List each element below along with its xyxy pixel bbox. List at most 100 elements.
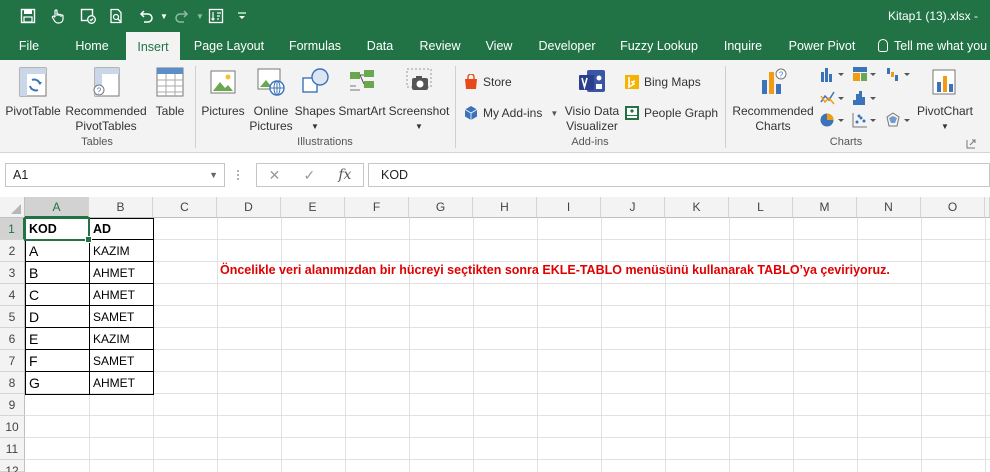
people-graph-label: People Graph: [644, 106, 719, 120]
hierarchy-chart-button[interactable]: [852, 66, 882, 85]
cell-b2[interactable]: KAZIM: [90, 240, 153, 262]
radar-chart-button[interactable]: [886, 112, 916, 131]
customize-qat-icon[interactable]: [232, 6, 252, 26]
my-addins-button[interactable]: My Add-ins ▼: [463, 105, 558, 121]
pictures-button[interactable]: Pictures: [198, 66, 248, 119]
tab-home[interactable]: Home: [68, 32, 116, 60]
tab-view[interactable]: View: [480, 32, 518, 60]
smartart-button[interactable]: SmartArt: [336, 66, 388, 119]
select-all-corner[interactable]: [0, 197, 25, 218]
row-header-10[interactable]: 10: [0, 416, 25, 438]
dialog-launcher-icon[interactable]: [966, 138, 976, 149]
enter-icon[interactable]: ✓: [303, 167, 315, 184]
store-button[interactable]: Store: [463, 74, 512, 90]
cell-b3[interactable]: AHMET: [90, 262, 153, 284]
sort-icon[interactable]: [206, 6, 226, 26]
row-header-7[interactable]: 7: [0, 350, 25, 372]
column-chart-button[interactable]: [820, 66, 850, 85]
name-box-dropdown-icon[interactable]: ▼: [209, 164, 218, 186]
bing-maps-button[interactable]: Bing Maps: [624, 74, 701, 90]
tab-developer[interactable]: Developer: [532, 32, 602, 60]
pivottable-button[interactable]: PivotTable: [4, 66, 62, 119]
column-header-d[interactable]: D: [217, 197, 281, 218]
tab-power-pivot[interactable]: Power Pivot: [782, 32, 862, 60]
insert-function-icon[interactable]: fx: [338, 167, 351, 183]
row-header-4[interactable]: 4: [0, 284, 25, 306]
cell-b1[interactable]: AD: [90, 218, 153, 240]
column-header-o[interactable]: O: [921, 197, 985, 218]
column-header-j[interactable]: J: [601, 197, 665, 218]
scatter-chart-button[interactable]: [852, 112, 882, 131]
column-header-b[interactable]: B: [89, 197, 153, 218]
cell-b8[interactable]: AHMET: [90, 372, 153, 394]
column-header-h[interactable]: H: [473, 197, 537, 218]
column-header-m[interactable]: M: [793, 197, 857, 218]
row-header-9[interactable]: 9: [0, 394, 25, 416]
cell-b5[interactable]: SAMET: [90, 306, 153, 328]
recommended-charts-button[interactable]: ? Recommended Charts: [728, 66, 818, 134]
column-header-i[interactable]: I: [537, 197, 601, 218]
redo-icon[interactable]: [172, 6, 192, 26]
row-header-6[interactable]: 6: [0, 328, 25, 350]
cell-a1[interactable]: KOD: [26, 218, 89, 240]
recommended-pivottables-button[interactable]: ? Recommended PivotTables: [62, 66, 150, 134]
tab-insert[interactable]: Insert: [126, 32, 180, 60]
tab-review[interactable]: Review: [412, 32, 468, 60]
column-header-c[interactable]: C: [153, 197, 217, 218]
name-box[interactable]: A1 ▼: [5, 163, 225, 187]
cell-b7[interactable]: SAMET: [90, 350, 153, 372]
column-header-g[interactable]: G: [409, 197, 473, 218]
drag-handle-icon[interactable]: [236, 167, 240, 183]
row-header-2[interactable]: 2: [0, 240, 25, 262]
undo-icon[interactable]: [136, 6, 156, 26]
tab-page-layout[interactable]: Page Layout: [190, 32, 268, 60]
people-graph-button[interactable]: People Graph: [624, 105, 718, 121]
cell-b6[interactable]: KAZIM: [90, 328, 153, 350]
column-header-p[interactable]: [985, 197, 990, 218]
cell-a4[interactable]: C: [26, 284, 89, 306]
column-header-f[interactable]: F: [345, 197, 409, 218]
row-header-1[interactable]: 1: [0, 218, 25, 240]
tell-me-box[interactable]: Tell me what you: [878, 32, 987, 60]
print-preview-icon[interactable]: [106, 6, 126, 26]
autosave-icon[interactable]: [78, 6, 98, 26]
store-icon: [465, 74, 477, 89]
save-icon[interactable]: [18, 6, 38, 26]
shapes-button[interactable]: Shapes ▼: [294, 66, 336, 134]
pie-chart-button[interactable]: [820, 112, 850, 131]
column-header-k[interactable]: K: [665, 197, 729, 218]
undo-dropdown-icon[interactable]: ▼: [154, 6, 174, 26]
tab-formulas[interactable]: Formulas: [282, 32, 348, 60]
cell-a5[interactable]: D: [26, 306, 89, 328]
row-header-12[interactable]: 12: [0, 460, 25, 472]
formula-input[interactable]: KOD: [368, 163, 990, 187]
cell-a8[interactable]: G: [26, 372, 89, 394]
column-header-l[interactable]: L: [729, 197, 793, 218]
line-chart-button[interactable]: [820, 90, 850, 109]
tab-inquire[interactable]: Inquire: [716, 32, 770, 60]
tab-fuzzy-lookup[interactable]: Fuzzy Lookup: [614, 32, 704, 60]
row-header-3[interactable]: 3: [0, 262, 25, 284]
pivotchart-button[interactable]: PivotChart ▼: [914, 66, 976, 134]
cell-a3[interactable]: B: [26, 262, 89, 284]
online-pictures-button[interactable]: Online Pictures: [248, 66, 294, 134]
waterfall-chart-button[interactable]: [886, 66, 916, 85]
tab-file[interactable]: File: [8, 32, 50, 60]
cell-b4[interactable]: AHMET: [90, 284, 153, 306]
cell-a6[interactable]: E: [26, 328, 89, 350]
visio-data-visualizer-button[interactable]: Visio Data Visualizer: [562, 66, 622, 134]
column-header-a[interactable]: A: [25, 197, 89, 218]
cell-a2[interactable]: A: [26, 240, 89, 262]
statistic-chart-button[interactable]: [852, 90, 882, 109]
touch-mode-icon[interactable]: [48, 6, 68, 26]
column-header-n[interactable]: N: [857, 197, 921, 218]
tab-data[interactable]: Data: [360, 32, 400, 60]
cancel-icon[interactable]: ✕: [269, 167, 281, 184]
row-header-5[interactable]: 5: [0, 306, 25, 328]
column-header-e[interactable]: E: [281, 197, 345, 218]
row-header-11[interactable]: 11: [0, 438, 25, 460]
screenshot-button[interactable]: Screenshot ▼: [388, 66, 450, 134]
row-header-8[interactable]: 8: [0, 372, 25, 394]
cell-a7[interactable]: F: [26, 350, 89, 372]
table-button[interactable]: Table: [150, 66, 190, 119]
